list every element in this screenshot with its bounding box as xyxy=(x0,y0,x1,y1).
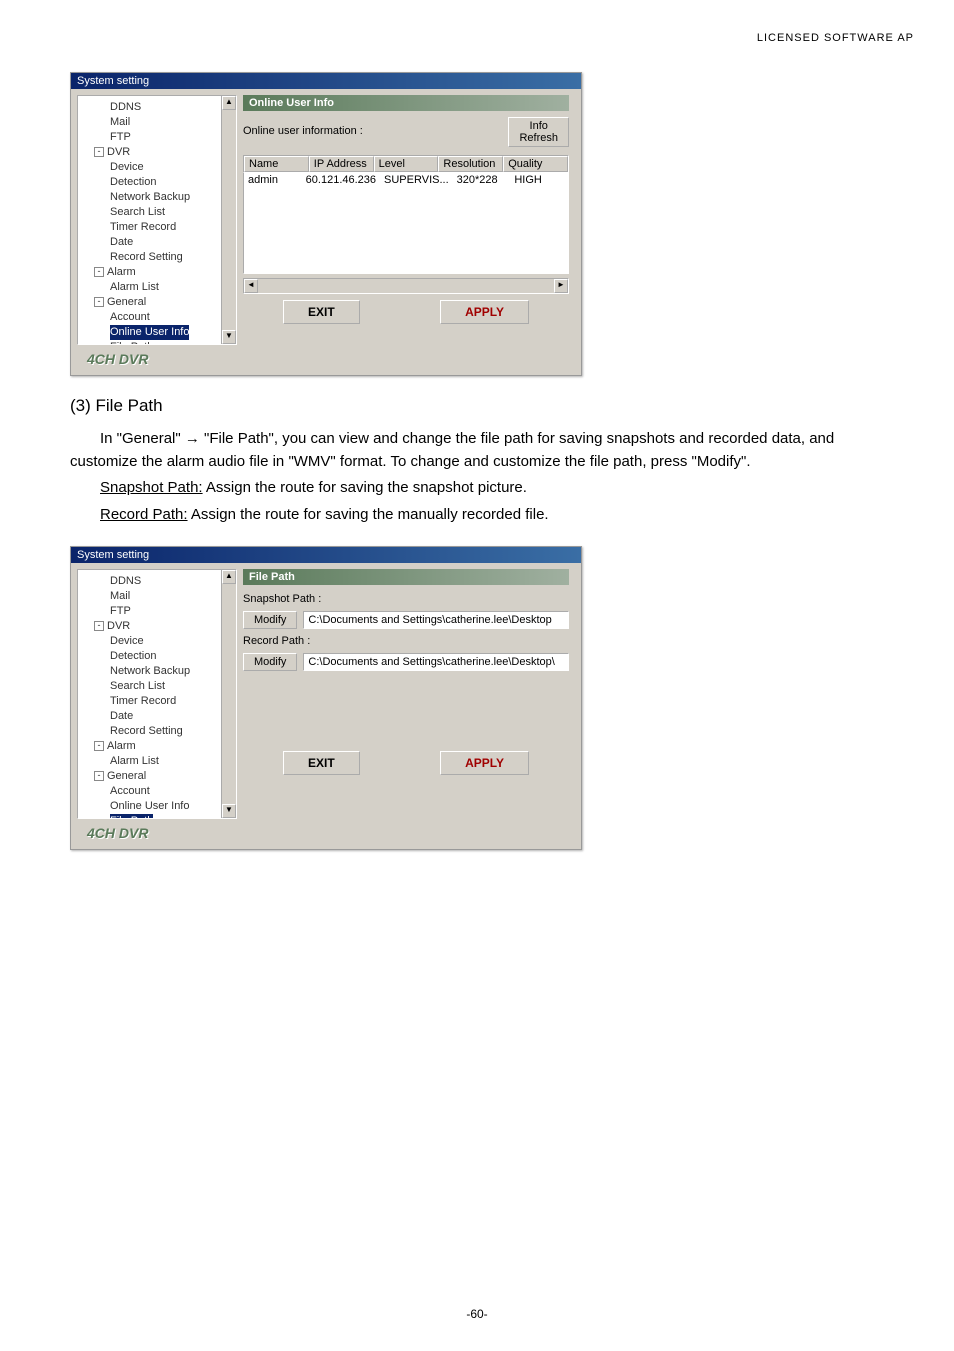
tree-item[interactable]: Account xyxy=(82,784,232,799)
tree-item[interactable]: Date xyxy=(82,235,232,250)
col-header[interactable]: Name xyxy=(244,156,309,172)
snapshot-path-input[interactable]: C:\Documents and Settings\catherine.lee\… xyxy=(303,611,569,629)
system-setting-dialog-2: System setting ▲ ▼ DDNS Mail FTP -DVR De… xyxy=(70,546,582,850)
tree-item[interactable]: DDNS xyxy=(82,574,232,589)
panel-title: File Path xyxy=(243,569,569,585)
collapse-icon[interactable]: - xyxy=(94,267,104,277)
tree-item[interactable]: Search List xyxy=(82,205,232,220)
record-path-input[interactable]: C:\Documents and Settings\catherine.lee\… xyxy=(303,653,569,671)
collapse-icon[interactable]: - xyxy=(94,297,104,307)
tree-item[interactable]: Online User Info xyxy=(82,799,232,814)
section-heading: (3) File Path xyxy=(70,396,914,416)
scroll-left-icon[interactable]: ◄ xyxy=(244,279,258,293)
collapse-icon[interactable]: - xyxy=(94,621,104,631)
collapse-icon[interactable]: - xyxy=(94,771,104,781)
tree-item[interactable]: Timer Record xyxy=(82,694,232,709)
tree-item[interactable]: Device xyxy=(82,634,232,649)
horizontal-scrollbar[interactable]: ◄ ► xyxy=(243,278,569,294)
tree-item[interactable]: FTP xyxy=(82,130,232,145)
scroll-down-icon[interactable]: ▼ xyxy=(222,804,236,818)
tree-item[interactable]: Record Setting xyxy=(82,724,232,739)
tree-item-selected[interactable]: Online User Info xyxy=(110,325,189,340)
tree-item[interactable]: -Alarm xyxy=(82,739,232,754)
collapse-icon[interactable]: - xyxy=(94,147,104,157)
page-number: -60- xyxy=(0,1307,954,1321)
tree-item[interactable]: Device xyxy=(82,160,232,175)
modify-button[interactable]: Modify xyxy=(243,611,297,629)
tree-item[interactable]: -Alarm xyxy=(82,265,232,280)
arrow-icon: → xyxy=(185,430,200,447)
tree-item[interactable]: DDNS xyxy=(82,100,232,115)
tree-item[interactable]: Detection xyxy=(82,175,232,190)
list-cell: 320*228 xyxy=(453,173,511,273)
list-cell: HIGH xyxy=(510,173,568,273)
tree-item[interactable]: Detection xyxy=(82,649,232,664)
scroll-up-icon[interactable]: ▲ xyxy=(222,570,236,584)
tree-item[interactable]: -General xyxy=(82,769,232,784)
collapse-icon[interactable]: - xyxy=(94,741,104,751)
modify-button[interactable]: Modify xyxy=(243,653,297,671)
tree-item[interactable]: Account xyxy=(82,310,232,325)
user-list-body[interactable]: admin 60.121.46.236 SUPERVIS... 320*228 … xyxy=(243,173,569,274)
exit-button[interactable]: EXIT xyxy=(283,751,360,775)
paragraph: Record Path: Assign the route for saving… xyxy=(70,504,884,527)
apply-button[interactable]: APPLY xyxy=(440,300,529,324)
tree-item[interactable]: Date xyxy=(82,709,232,724)
product-logo: 4CH DVR xyxy=(77,819,237,843)
scroll-down-icon[interactable]: ▼ xyxy=(222,330,236,344)
record-path-label: Record Path : xyxy=(243,633,569,649)
system-setting-dialog-1: System setting ▲ ▼ DDNS Mail FTP -DVR De… xyxy=(70,72,582,376)
page-header: LICENSED SOFTWARE AP xyxy=(757,32,914,44)
tree-item[interactable]: Network Backup xyxy=(82,664,232,679)
scroll-right-icon[interactable]: ► xyxy=(554,279,568,293)
record-path-label: Record Path: xyxy=(100,506,188,523)
snapshot-path-label: Snapshot Path: xyxy=(100,479,203,496)
info-refresh-button[interactable]: Info Refresh xyxy=(508,117,569,147)
list-cell: admin xyxy=(244,173,302,273)
product-logo: 4CH DVR xyxy=(77,345,237,369)
panel-title: Online User Info xyxy=(243,95,569,111)
tree-scrollbar[interactable]: ▲ ▼ xyxy=(221,96,236,344)
exit-button[interactable]: EXIT xyxy=(283,300,360,324)
tree-item[interactable]: Network Backup xyxy=(82,190,232,205)
tree-item[interactable]: -General xyxy=(82,295,232,310)
tree-item[interactable]: Alarm List xyxy=(82,280,232,295)
col-header[interactable]: IP Address xyxy=(309,156,374,172)
tree-item[interactable]: Search List xyxy=(82,679,232,694)
tree-item[interactable]: Timer Record xyxy=(82,220,232,235)
col-header[interactable]: Resolution xyxy=(438,156,503,172)
tree-panel[interactable]: ▲ ▼ DDNS Mail FTP -DVR Device Detection … xyxy=(77,569,237,819)
tree-item[interactable]: Alarm List xyxy=(82,754,232,769)
tree-item[interactable]: -DVR xyxy=(82,619,232,634)
tree-item[interactable]: FTP xyxy=(82,604,232,619)
col-header[interactable]: Quality xyxy=(503,156,568,172)
col-header[interactable]: Level xyxy=(374,156,439,172)
titlebar: System setting xyxy=(71,73,581,89)
paragraph: Snapshot Path: Assign the route for savi… xyxy=(70,477,884,500)
tree-item[interactable]: -DVR xyxy=(82,145,232,160)
tree-item[interactable]: Record Setting xyxy=(82,250,232,265)
user-list-header: Name IP Address Level Resolution Quality xyxy=(243,155,569,173)
tree-scrollbar[interactable]: ▲ ▼ xyxy=(221,570,236,818)
scroll-up-icon[interactable]: ▲ xyxy=(222,96,236,110)
tree-panel[interactable]: ▲ ▼ DDNS Mail FTP -DVR Device Detection … xyxy=(77,95,237,345)
titlebar: System setting xyxy=(71,547,581,563)
tree-item-selected[interactable]: File Path xyxy=(110,814,153,819)
apply-button[interactable]: APPLY xyxy=(440,751,529,775)
snapshot-path-label: Snapshot Path : xyxy=(243,591,569,607)
tree-item[interactable]: Mail xyxy=(82,115,232,130)
tree-item[interactable]: Mail xyxy=(82,589,232,604)
paragraph: In "General" → "File Path", you can view… xyxy=(70,428,884,473)
list-cell: SUPERVIS... xyxy=(380,173,453,273)
list-cell: 60.121.46.236 xyxy=(302,173,380,273)
tree-item[interactable]: File Path xyxy=(82,340,232,345)
